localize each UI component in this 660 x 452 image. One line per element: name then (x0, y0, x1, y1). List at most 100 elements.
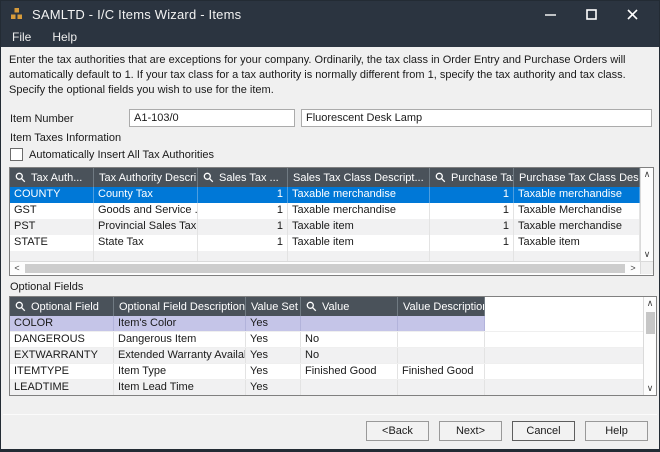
table-row[interactable]: PST Provincial Sales Tax 1 Taxable item 1 Tax… (10, 219, 640, 235)
table-cell[interactable] (198, 251, 288, 261)
column-header-purchase-tax-class-des[interactable]: Purchase Tax Class Des... (514, 168, 640, 187)
search-icon[interactable] (435, 172, 451, 183)
table-cell[interactable]: Taxable merchandise (288, 203, 430, 219)
menu-file[interactable]: File (12, 30, 31, 44)
table-cell[interactable]: Taxable Merchandise (514, 203, 640, 219)
table-cell[interactable]: Extended Warranty Available (114, 348, 246, 363)
table-cell[interactable]: Finished Good (398, 364, 485, 379)
table-cell[interactable]: Yes (246, 316, 301, 331)
table-cell[interactable]: STATE (10, 235, 94, 251)
search-icon[interactable] (203, 172, 219, 183)
table-cell[interactable]: Taxable item (288, 235, 430, 251)
tax-table-horizontal-scrollbar[interactable]: < > (10, 261, 640, 274)
scroll-down-icon[interactable]: ∨ (644, 382, 656, 395)
column-header-value[interactable]: Value (301, 297, 398, 316)
table-cell[interactable] (398, 316, 485, 331)
table-cell[interactable]: State Tax (94, 235, 198, 251)
table-row[interactable]: EXTWARRANTY Extended Warranty Available Ye… (10, 348, 643, 364)
table-cell[interactable] (514, 251, 640, 261)
next-button[interactable]: Next> (439, 421, 502, 441)
table-cell[interactable]: Yes (246, 380, 301, 395)
column-header-tax-auth[interactable]: Tax Auth... (10, 168, 94, 187)
table-cell[interactable]: Dangerous Item (114, 332, 246, 347)
table-cell[interactable]: County Tax (94, 187, 198, 203)
close-icon[interactable] (625, 7, 639, 21)
scroll-up-icon[interactable]: ∧ (641, 168, 653, 181)
table-cell[interactable]: Finished Good (301, 364, 398, 379)
table-cell[interactable] (398, 332, 485, 347)
column-header-value-set[interactable]: Value Set (246, 297, 301, 316)
table-row[interactable]: COLOR Item's Color Yes (10, 316, 643, 332)
maximize-icon[interactable] (584, 7, 598, 21)
table-cell[interactable]: 1 (198, 219, 288, 235)
help-button[interactable]: Help (585, 421, 648, 441)
item-number-field[interactable]: A1-103/0 (129, 109, 295, 127)
table-cell[interactable]: 1 (430, 187, 514, 203)
table-cell[interactable]: 1 (430, 235, 514, 251)
scroll-up-icon[interactable]: ∧ (644, 297, 656, 310)
table-cell[interactable]: Provincial Sales Tax (94, 219, 198, 235)
table-cell[interactable]: DANGEROUS (10, 332, 114, 347)
cancel-button[interactable]: Cancel (512, 421, 575, 441)
table-cell[interactable] (430, 251, 514, 261)
table-cell[interactable]: 1 (198, 235, 288, 251)
table-cell[interactable]: 1 (198, 203, 288, 219)
checkbox-icon[interactable] (10, 148, 23, 161)
scroll-down-icon[interactable]: ∨ (641, 248, 653, 261)
table-row[interactable]: DANGEROUS Dangerous Item Yes No (10, 332, 643, 348)
table-cell[interactable]: Taxable merchandise (514, 219, 640, 235)
column-header-sales-tax-class-descript[interactable]: Sales Tax Class Descript... (288, 168, 430, 187)
vertical-scroll-thumb[interactable] (645, 312, 655, 334)
table-cell[interactable]: Taxable item (288, 219, 430, 235)
back-button[interactable]: <Back (366, 421, 429, 441)
column-header-sales-tax[interactable]: Sales Tax ... (198, 168, 288, 187)
table-cell[interactable]: Goods and Service ... (94, 203, 198, 219)
table-cell[interactable]: Yes (246, 364, 301, 379)
tax-table-vertical-scrollbar[interactable]: ∧ ∨ (640, 168, 653, 261)
table-cell[interactable]: 1 (430, 203, 514, 219)
scroll-right-icon[interactable]: > (626, 263, 640, 273)
table-row[interactable]: COUNTY County Tax 1 Taxable merchandise 1 Tax… (10, 187, 640, 203)
menu-help[interactable]: Help (52, 30, 77, 44)
table-cell[interactable] (398, 348, 485, 363)
table-row[interactable]: GST Goods and Service ... 1 Taxable merchan… (10, 203, 640, 219)
auto-insert-tax-authorities-checkbox[interactable]: Automatically Insert All Tax Authorities (10, 148, 214, 161)
table-cell[interactable]: No (301, 332, 398, 347)
table-cell[interactable]: Taxable item (514, 235, 640, 251)
table-row[interactable] (10, 251, 640, 261)
table-cell[interactable] (288, 251, 430, 261)
table-row[interactable]: ITEMTYPE Item Type Yes Finished Good Finishe… (10, 364, 643, 380)
table-cell[interactable] (301, 380, 398, 395)
column-header-optional-field[interactable]: Optional Field (10, 297, 114, 316)
minimize-icon[interactable] (543, 7, 557, 21)
column-header-purchase-tax-cl[interactable]: Purchase Tax Cl... (430, 168, 514, 187)
table-cell[interactable]: No (301, 348, 398, 363)
table-cell[interactable]: 1 (430, 219, 514, 235)
table-cell[interactable]: COUNTY (10, 187, 94, 203)
table-cell[interactable]: COLOR (10, 316, 114, 331)
table-cell[interactable]: Item's Color (114, 316, 246, 331)
search-icon[interactable] (306, 301, 322, 312)
search-icon[interactable] (15, 172, 31, 183)
table-cell[interactable]: Taxable merchandise (514, 187, 640, 203)
column-header-tax-authority-descri[interactable]: Tax Authority Descri... (94, 168, 198, 187)
table-cell[interactable]: Yes (246, 348, 301, 363)
table-cell[interactable]: LEADTIME (10, 380, 114, 395)
search-icon[interactable] (15, 301, 31, 312)
table-cell[interactable]: 1 (198, 187, 288, 203)
table-row[interactable]: LEADTIME Item Lead Time Yes (10, 380, 643, 395)
table-cell[interactable] (94, 251, 198, 261)
scroll-left-icon[interactable]: < (10, 263, 24, 273)
column-header-optional-field-description[interactable]: Optional Field Description (114, 297, 246, 316)
table-cell[interactable]: EXTWARRANTY (10, 348, 114, 363)
column-header-value-description[interactable]: Value Description (398, 297, 485, 316)
table-cell[interactable]: GST (10, 203, 94, 219)
table-cell[interactable] (10, 251, 94, 261)
table-cell[interactable] (301, 316, 398, 331)
table-cell[interactable] (398, 380, 485, 395)
horizontal-scroll-thumb[interactable] (25, 263, 625, 273)
table-cell[interactable]: Yes (246, 332, 301, 347)
table-cell[interactable]: Item Lead Time (114, 380, 246, 395)
item-description-field[interactable]: Fluorescent Desk Lamp (301, 109, 652, 127)
table-cell[interactable]: PST (10, 219, 94, 235)
